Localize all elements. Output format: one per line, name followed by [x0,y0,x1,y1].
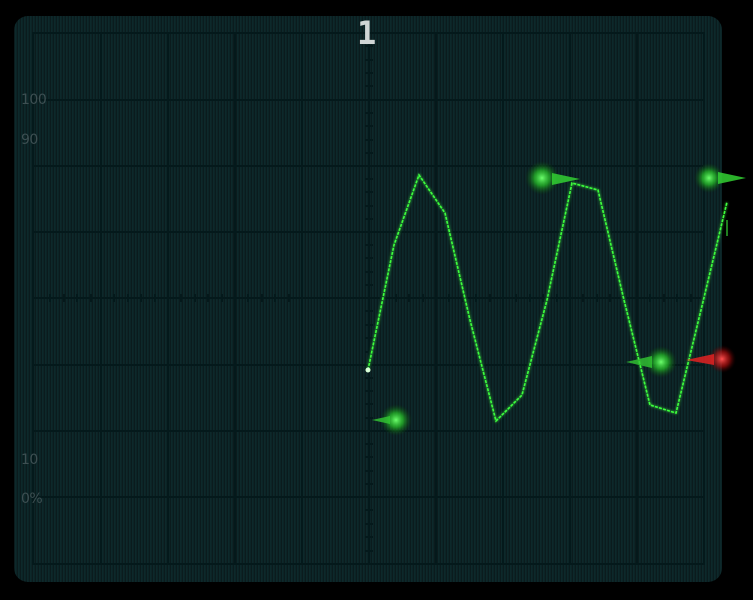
scale-label-0-percent: 0% [21,491,43,507]
trace-start-dot [365,367,371,373]
oscilloscope-screen [14,16,746,582]
channel-number-label: 1 [357,14,377,52]
scale-label-100: 100 [21,92,47,108]
scale-label-10: 10 [21,452,38,468]
scale-label-90: 90 [21,132,38,148]
